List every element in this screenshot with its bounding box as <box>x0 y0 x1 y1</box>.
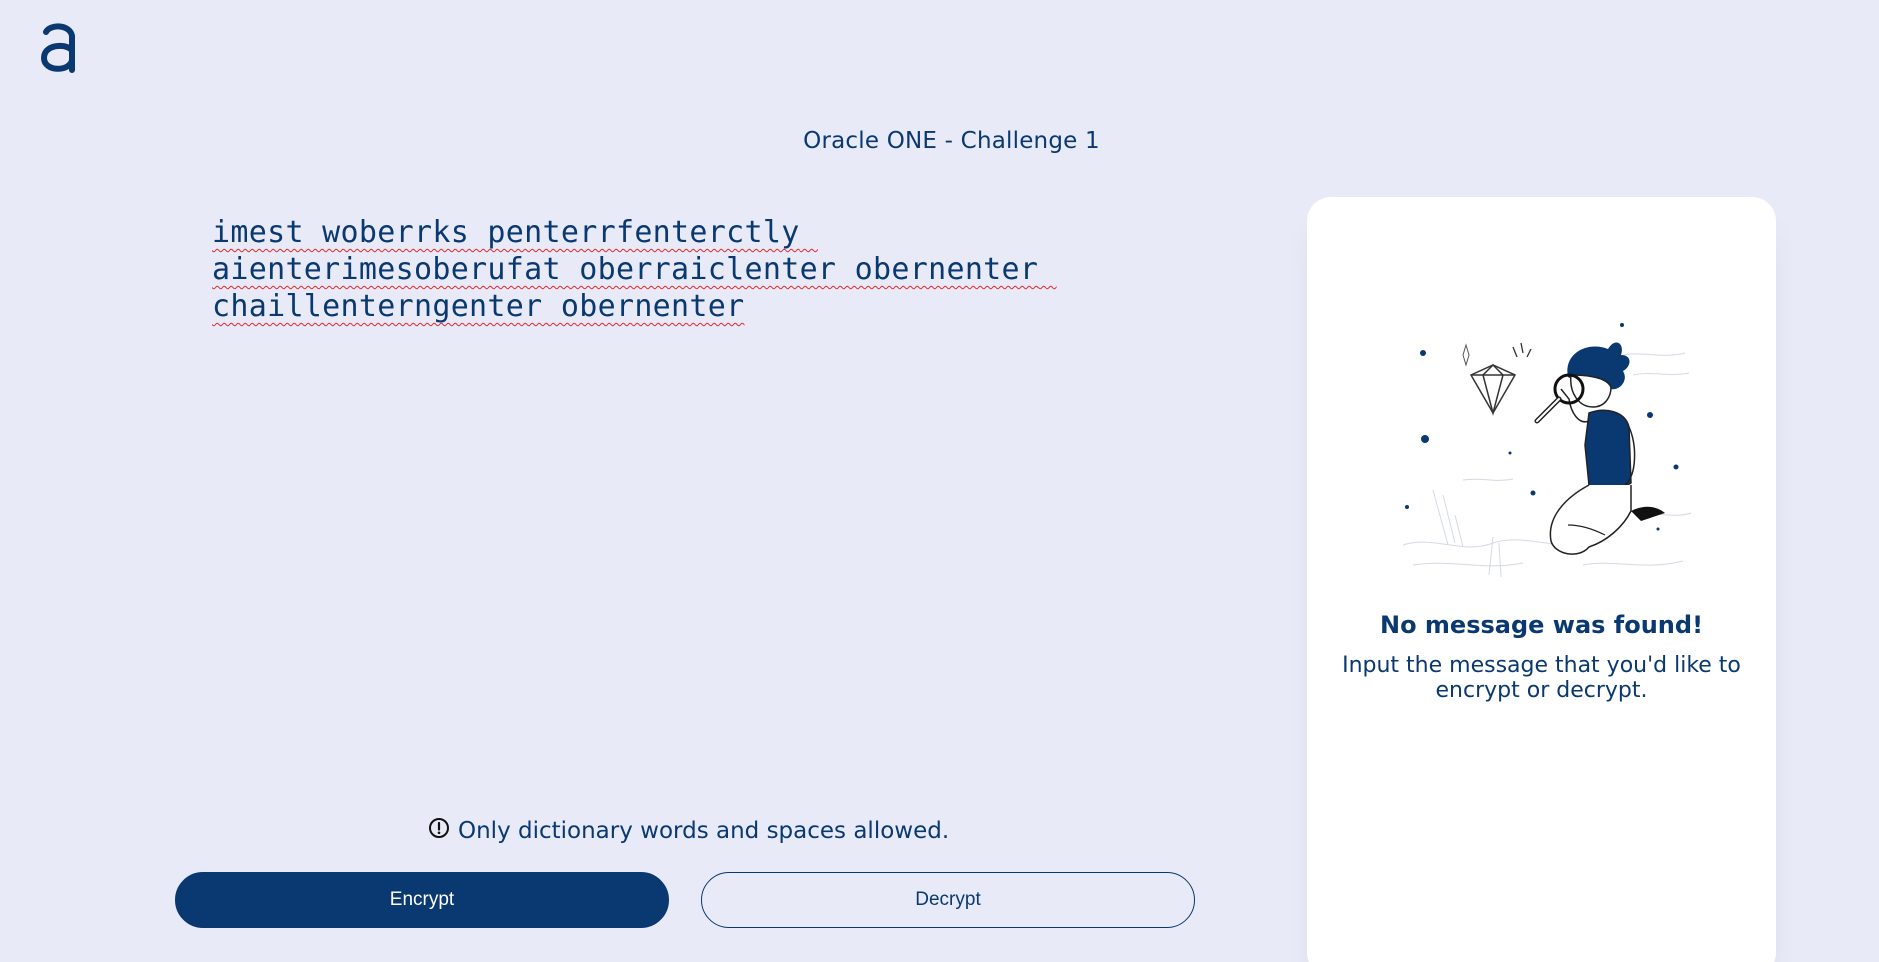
empty-state-heading: No message was found! <box>1379 611 1704 639</box>
app-root: Oracle ONE - Challenge 1 imest woberrks … <box>0 0 1879 962</box>
alura-logo-icon[interactable] <box>40 22 80 74</box>
decrypt-button[interactable]: Decrypt <box>701 872 1195 928</box>
input-warning: Only dictionary words and spaces allowed… <box>428 818 949 844</box>
output-panel: No message was found! Input the message … <box>1307 197 1776 962</box>
page-title: Oracle ONE - Challenge 1 <box>803 128 1100 154</box>
person-with-magnifying-glass-illustration <box>1402 323 1692 578</box>
warning-text: Only dictionary words and spaces allowed… <box>458 818 950 844</box>
message-input[interactable]: imest woberrks penterrfenterctly aienter… <box>212 214 1152 774</box>
empty-state-text: Input the message that you'd like to enc… <box>1342 653 1741 703</box>
encrypt-button[interactable]: Encrypt <box>175 872 669 928</box>
exclamation-circle-icon <box>429 818 449 838</box>
